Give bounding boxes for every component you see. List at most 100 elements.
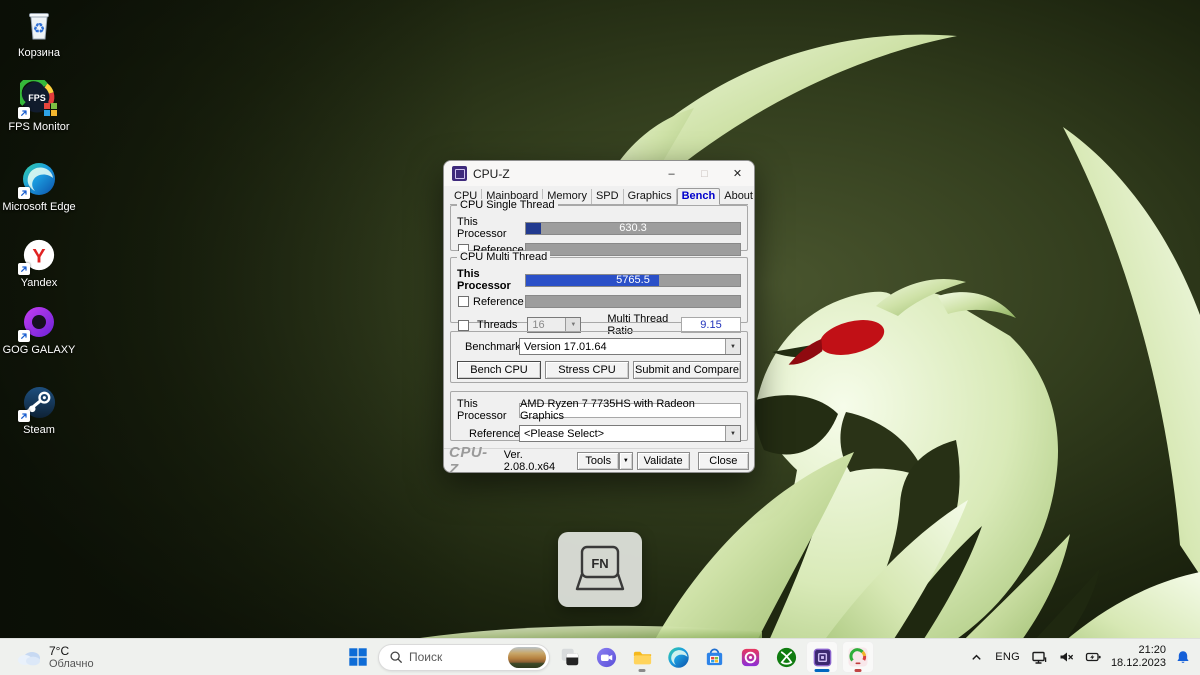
magenta-app-icon: [739, 646, 762, 669]
fps-monitor-taskbar-icon: [846, 645, 870, 669]
single-thread-group: CPU Single Thread This Processor 630.3 R…: [450, 205, 748, 251]
minimize-button[interactable]: –: [655, 161, 688, 186]
cpuz-titlebar[interactable]: CPU-Z – □ ✕: [444, 161, 754, 186]
search-input[interactable]: [409, 650, 502, 664]
reference-select[interactable]: <Please Select> ▼: [519, 425, 741, 442]
task-view-button[interactable]: [554, 641, 586, 673]
shortcut-arrow-icon: [18, 263, 30, 275]
bell-icon: [1175, 649, 1191, 665]
volume-tray-button[interactable]: [1054, 642, 1078, 672]
xbox-icon: [775, 646, 798, 669]
desktop-icon-microsoft-edge[interactable]: Microsoft Edge: [0, 160, 78, 213]
tab-graphics[interactable]: Graphics: [624, 189, 677, 204]
this-processor-label: This Processor: [457, 268, 525, 292]
desktop-icon-steam[interactable]: Steam: [0, 383, 78, 436]
active-indicator: [815, 669, 830, 672]
network-tray-button[interactable]: [1027, 642, 1051, 672]
tray-overflow-button[interactable]: [965, 642, 988, 672]
reference-value: <Please Select>: [524, 428, 604, 440]
start-button[interactable]: [342, 641, 374, 673]
chat-button[interactable]: [590, 641, 622, 673]
desktop-icon-label: Корзина: [18, 47, 60, 59]
submit-and-compare-button[interactable]: Submit and Compare: [633, 361, 741, 379]
notification-button[interactable]: [1171, 642, 1195, 672]
yandex-letter-glyph: Y: [32, 246, 45, 268]
edge-taskbar-button[interactable]: [662, 641, 694, 673]
task-view-icon: [559, 646, 581, 668]
taskbar-search[interactable]: [378, 644, 550, 671]
chevron-down-icon: ▼: [725, 339, 740, 354]
processor-name-field: AMD Ryzen 7 7735HS with Radeon Graphics: [519, 403, 741, 418]
multi-thread-score-bar: 5765.5: [525, 274, 741, 287]
stress-cpu-button[interactable]: Stress CPU: [545, 361, 629, 379]
volume-muted-icon: [1058, 649, 1074, 665]
bench-cpu-button[interactable]: Bench CPU: [457, 361, 541, 379]
maximize-button[interactable]: □: [688, 161, 721, 186]
single-thread-score-bar: 630.3: [525, 222, 741, 235]
tab-spd[interactable]: SPD: [592, 189, 624, 204]
cpuz-window: CPU-Z – □ ✕ CPU Mainboard Memory SPD Gra…: [443, 160, 755, 473]
multi-reference-bar: [525, 295, 741, 308]
cpuz-taskbar-icon: [811, 646, 834, 669]
desktop-icon-label: Microsoft Edge: [2, 201, 75, 213]
active-indicator: [855, 669, 862, 672]
running-indicator: [639, 669, 646, 672]
benchmark-label: Benchmark: [457, 341, 519, 353]
tab-bench[interactable]: Bench: [677, 188, 721, 205]
tools-button[interactable]: Tools: [577, 452, 619, 470]
close-dialog-button[interactable]: Close: [698, 452, 749, 470]
single-reference-bar: [525, 243, 741, 256]
threads-checkbox[interactable]: [458, 320, 469, 331]
desktop-icon-recycle-bin[interactable]: ♻ Корзина: [0, 6, 78, 59]
fn-keycap-icon: FN: [573, 544, 627, 596]
shortcut-arrow-icon: [18, 410, 30, 422]
file-explorer-button[interactable]: [626, 641, 658, 673]
close-button[interactable]: ✕: [721, 161, 754, 186]
benchmark-group: Benchmark Version 17.01.64 ▼ Bench CPU S…: [450, 331, 748, 383]
microsoft-store-button[interactable]: [698, 641, 730, 673]
desktop-icon-yandex[interactable]: Y Yandex: [0, 236, 78, 289]
shortcut-arrow-icon: [18, 187, 30, 199]
desktop-icon-label: FPS Monitor: [8, 121, 69, 133]
reference-label: Reference: [473, 296, 524, 308]
weather-condition: Облачно: [49, 658, 94, 670]
threads-value: 16: [532, 319, 544, 331]
fps-monitor-icon: FPS: [20, 80, 58, 118]
magenta-app-button[interactable]: [734, 641, 766, 673]
desktop-screen: ♻ Корзина FPS FPS Monitor: [0, 0, 1200, 675]
cpuz-taskbar-button[interactable]: [806, 641, 838, 673]
desktop-icon-gog-galaxy[interactable]: GOG GALAXY: [0, 303, 78, 356]
desktop-icon-fps-monitor[interactable]: FPS FPS Monitor: [0, 80, 78, 133]
battery-charging-icon: [1085, 649, 1102, 665]
this-processor-label: This Processor: [457, 216, 525, 240]
language-indicator[interactable]: ENG: [991, 642, 1024, 672]
fn-key-overlay: FN: [558, 532, 642, 607]
windows-logo-icon: [347, 646, 369, 668]
taskbar-center: [342, 641, 874, 673]
search-highlight-image[interactable]: [508, 647, 546, 668]
battery-tray-button[interactable]: [1081, 642, 1106, 672]
chevron-down-icon: ▼: [725, 426, 740, 441]
fps-monitor-taskbar-button[interactable]: [842, 641, 874, 673]
desktop-icon-label: Yandex: [21, 277, 58, 289]
threads-label: Threads: [477, 319, 517, 331]
xbox-button[interactable]: [770, 641, 802, 673]
gog-galaxy-icon: [20, 303, 58, 341]
desktop-icon-label: Steam: [23, 424, 55, 436]
validate-button[interactable]: Validate: [637, 452, 690, 470]
tools-dropdown-button[interactable]: ▼: [619, 452, 632, 470]
cpuz-logo: CPU-Z: [449, 444, 495, 474]
version-text: Ver. 2.08.0.x64: [504, 449, 574, 473]
weather-widget[interactable]: 7°C Облачно: [6, 643, 104, 672]
multi-reference-checkbox[interactable]: [458, 296, 469, 307]
benchmark-version-select[interactable]: Version 17.01.64 ▼: [519, 338, 741, 355]
tab-about[interactable]: About: [720, 189, 755, 204]
shortcut-arrow-icon: [18, 107, 30, 119]
taskbar: 7°C Облачно: [0, 638, 1200, 675]
reference-label: Reference: [457, 428, 519, 440]
microsoft-store-icon: [703, 646, 726, 669]
recycle-glyph: ♻: [33, 20, 46, 36]
shortcut-arrow-icon: [18, 330, 30, 342]
clock[interactable]: 21:20 18.12.2023: [1111, 644, 1166, 670]
chevron-down-icon: ▼: [565, 318, 580, 332]
